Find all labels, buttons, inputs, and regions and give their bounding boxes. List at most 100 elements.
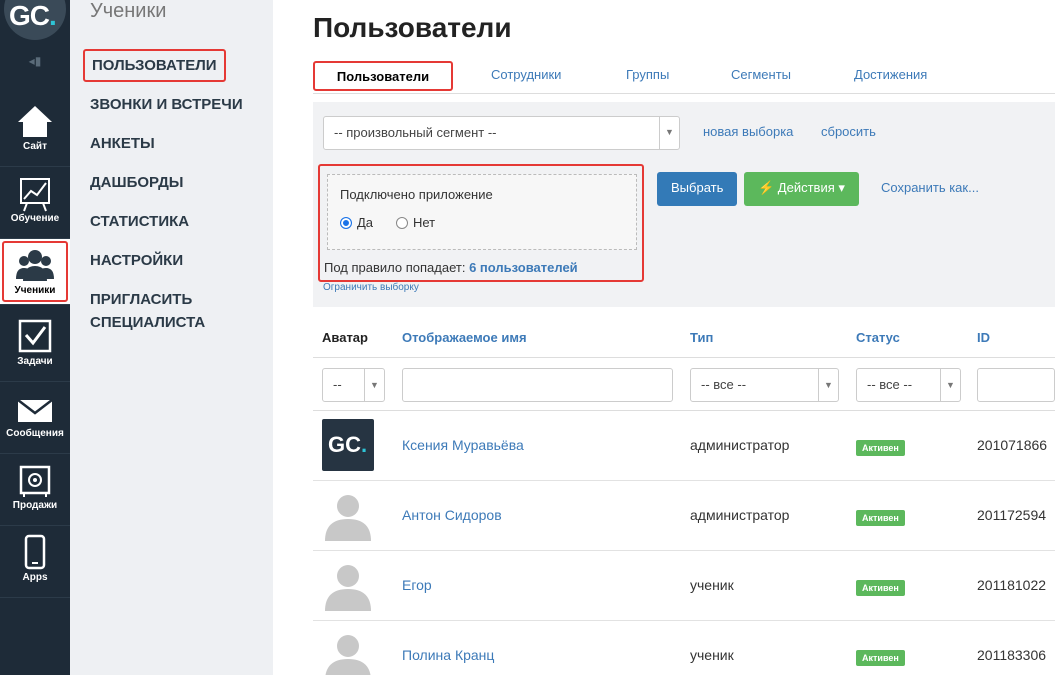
save-as-link[interactable]: Сохранить как... bbox=[881, 180, 979, 195]
section-submenu: Ученики ПОЛЬЗОВАТЕЛИ ЗВОНКИ И ВСТРЕЧИ АН… bbox=[70, 0, 273, 675]
radio-no-label: Нет bbox=[413, 215, 436, 230]
submenu-item-invite-line2[interactable]: СПЕЦИАЛИСТА bbox=[90, 314, 205, 331]
rule-count: Под правило попадает: 6 пользователей bbox=[324, 260, 578, 275]
status-filter-select[interactable]: -- все -- ▼ bbox=[856, 368, 961, 402]
type-filter-select[interactable]: -- все -- ▼ bbox=[690, 368, 839, 402]
default-avatar-icon[interactable] bbox=[322, 629, 374, 675]
table-row[interactable]: GC. Ксения Муравьёва администратор Актив… bbox=[313, 411, 1055, 481]
page-title: Пользователи bbox=[313, 12, 512, 43]
tab-groups[interactable]: Группы bbox=[626, 67, 669, 82]
submenu-item-settings[interactable]: НАСТРОЙКИ bbox=[90, 252, 183, 269]
rail-label: Сайт bbox=[23, 141, 47, 152]
reset-link[interactable]: сбросить bbox=[821, 124, 876, 139]
radio-unchecked-icon bbox=[396, 217, 408, 229]
status-badge: Активен bbox=[856, 510, 905, 526]
rail-item-learning[interactable]: Обучение bbox=[0, 167, 70, 239]
submenu-item-invite[interactable]: ПРИГЛАСИТЬ bbox=[90, 291, 192, 308]
rail-item-sales[interactable]: Продажи bbox=[0, 454, 70, 526]
rail-item-students[interactable]: Ученики bbox=[0, 239, 70, 305]
rule-count-prefix: Под правило попадает: bbox=[324, 260, 466, 275]
rail-label: Сообщения bbox=[6, 428, 64, 439]
radio-no[interactable]: Нет bbox=[396, 215, 435, 230]
chevron-down-icon: ▼ bbox=[659, 117, 679, 149]
table-row[interactable]: Егор ученик Активен 201181022 bbox=[313, 551, 1055, 621]
chevron-down-icon: ▼ bbox=[940, 369, 960, 401]
main-content: Пользователи Пользователи Сотрудники Гру… bbox=[273, 0, 1055, 675]
rail-item-apps[interactable]: Apps bbox=[0, 526, 70, 598]
column-header-avatar: Аватар bbox=[322, 330, 368, 345]
column-header-name[interactable]: Отображаемое имя bbox=[402, 330, 527, 345]
column-header-status[interactable]: Статус bbox=[856, 330, 900, 345]
header-divider bbox=[313, 357, 1055, 358]
user-id: 201172594 bbox=[977, 507, 1047, 523]
user-type: ученик bbox=[690, 647, 734, 663]
limit-selection-link[interactable]: Ограничить выборку bbox=[323, 282, 419, 293]
tab-users[interactable]: Пользователи bbox=[313, 61, 453, 91]
rail-item-site[interactable]: Сайт bbox=[0, 95, 70, 167]
filter-panel: -- произвольный сегмент -- ▼ новая выбор… bbox=[313, 102, 1055, 307]
table-row[interactable]: Антон Сидоров администратор Активен 2011… bbox=[313, 481, 1055, 551]
logo-text: GC. bbox=[9, 0, 57, 31]
segment-select-value: -- произвольный сегмент -- bbox=[334, 125, 497, 140]
user-id: 201181022 bbox=[977, 577, 1047, 593]
avatar-filter-value: -- bbox=[333, 377, 342, 392]
chevron-down-icon: ▼ bbox=[364, 369, 384, 401]
rule-count-link[interactable]: 6 пользователей bbox=[469, 260, 578, 275]
tab-employees[interactable]: Сотрудники bbox=[491, 67, 561, 82]
collapse-icon[interactable]: ◂▮ bbox=[0, 54, 70, 68]
avatar-logo: GC. bbox=[328, 432, 368, 457]
safe-icon bbox=[19, 465, 51, 497]
submenu-item-users[interactable]: ПОЛЬЗОВАТЕЛИ bbox=[83, 49, 226, 82]
column-header-id[interactable]: ID bbox=[977, 330, 990, 345]
name-filter-input[interactable] bbox=[402, 368, 673, 402]
envelope-icon bbox=[17, 399, 53, 422]
submenu-heading: Ученики bbox=[90, 0, 167, 22]
type-filter-value: -- все -- bbox=[701, 377, 747, 392]
highlight-frame bbox=[2, 241, 68, 302]
segment-select[interactable]: -- произвольный сегмент -- ▼ bbox=[323, 116, 680, 150]
rule-condition: Подключено приложение Да Нет bbox=[327, 174, 637, 250]
actions-button[interactable]: ⚡ Действия ▾ bbox=[744, 172, 859, 206]
user-id: 201071866 bbox=[977, 437, 1048, 453]
submenu-item-forms[interactable]: АНКЕТЫ bbox=[90, 135, 155, 152]
main-rail: GC. ◂▮ Сайт Обучение Ученики Задачи Сооб… bbox=[0, 0, 70, 675]
radio-checked-icon bbox=[340, 217, 352, 229]
avatar-filter-select[interactable]: -- ▼ bbox=[322, 368, 385, 402]
default-avatar-icon[interactable] bbox=[322, 489, 374, 541]
submenu-item-statistics[interactable]: СТАТИСТИКА bbox=[90, 213, 189, 230]
chart-board-icon bbox=[20, 178, 50, 212]
user-name-link[interactable]: Ксения Муравьёва bbox=[402, 437, 524, 453]
user-type: администратор bbox=[690, 437, 790, 453]
default-avatar-icon[interactable] bbox=[322, 559, 374, 611]
user-name-link[interactable]: Полина Кранц bbox=[402, 647, 494, 663]
rule-highlight-box: Подключено приложение Да Нет Под правило… bbox=[318, 164, 644, 282]
rule-title: Подключено приложение bbox=[340, 187, 493, 202]
column-header-type[interactable]: Тип bbox=[690, 330, 713, 345]
user-name-link[interactable]: Антон Сидоров bbox=[402, 507, 502, 523]
rail-label: Задачи bbox=[17, 356, 53, 367]
table-row[interactable]: Полина Кранц ученик Активен 201183306 bbox=[313, 621, 1055, 675]
tab-bar: Пользователи Сотрудники Группы Сегменты … bbox=[313, 58, 1055, 94]
user-id: 201183306 bbox=[977, 647, 1047, 663]
tab-achievements[interactable]: Достижения bbox=[854, 67, 927, 82]
id-filter-input[interactable] bbox=[977, 368, 1055, 402]
status-badge: Активен bbox=[856, 440, 905, 456]
tab-segments[interactable]: Сегменты bbox=[731, 67, 791, 82]
submenu-item-calls[interactable]: ЗВОНКИ И ВСТРЕЧИ bbox=[90, 96, 243, 113]
house-icon bbox=[18, 106, 52, 137]
select-button[interactable]: Выбрать bbox=[657, 172, 738, 206]
user-name-link[interactable]: Егор bbox=[402, 577, 432, 593]
new-selection-link[interactable]: новая выборка bbox=[703, 124, 793, 139]
radio-yes[interactable]: Да bbox=[340, 215, 373, 230]
avatar[interactable]: GC. bbox=[322, 419, 374, 471]
radio-yes-label: Да bbox=[357, 215, 374, 230]
user-type: ученик bbox=[690, 577, 734, 593]
rail-item-messages[interactable]: Сообщения bbox=[0, 382, 70, 454]
rail-label: Обучение bbox=[10, 213, 60, 224]
logo[interactable]: GC. bbox=[0, 0, 70, 42]
chevron-down-icon: ▼ bbox=[818, 369, 838, 401]
submenu-item-dashboards[interactable]: ДАШБОРДЫ bbox=[90, 174, 183, 191]
rail-item-tasks[interactable]: Задачи bbox=[0, 310, 70, 382]
status-badge: Активен bbox=[856, 650, 905, 666]
status-badge: Активен bbox=[856, 580, 905, 596]
